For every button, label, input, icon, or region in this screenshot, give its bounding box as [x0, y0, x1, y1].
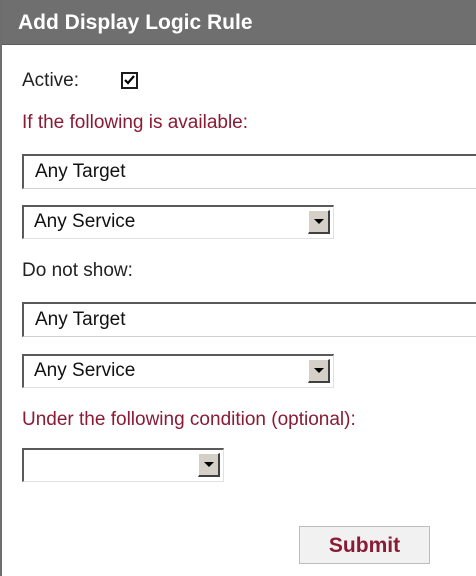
active-label: Active:	[22, 70, 80, 91]
available-service-select[interactable]: Any Service	[22, 205, 334, 239]
hide-service-value: Any Service	[34, 360, 136, 381]
available-service-value: Any Service	[34, 211, 136, 232]
hide-label: Do not show:	[22, 260, 133, 281]
hide-service-select[interactable]: Any Service	[22, 354, 334, 388]
dropdown-arrow-icon[interactable]	[198, 453, 220, 477]
checkmark-icon	[124, 75, 135, 85]
submit-button[interactable]: Submit	[299, 526, 430, 564]
available-label: If the following is available:	[22, 112, 249, 133]
add-display-logic-rule-panel: Add Display Logic Rule Active: If the fo…	[0, 0, 476, 576]
dropdown-arrow-icon[interactable]	[308, 359, 330, 383]
dropdown-arrow-icon[interactable]	[308, 210, 330, 234]
hide-target-field[interactable]: Any Target	[22, 302, 476, 337]
available-target-field[interactable]: Any Target	[22, 154, 476, 189]
active-checkbox[interactable]	[121, 72, 138, 89]
condition-select[interactable]	[22, 448, 224, 482]
condition-label: Under the following condition (optional)…	[22, 409, 356, 430]
panel-title: Add Display Logic Rule	[2, 0, 476, 45]
